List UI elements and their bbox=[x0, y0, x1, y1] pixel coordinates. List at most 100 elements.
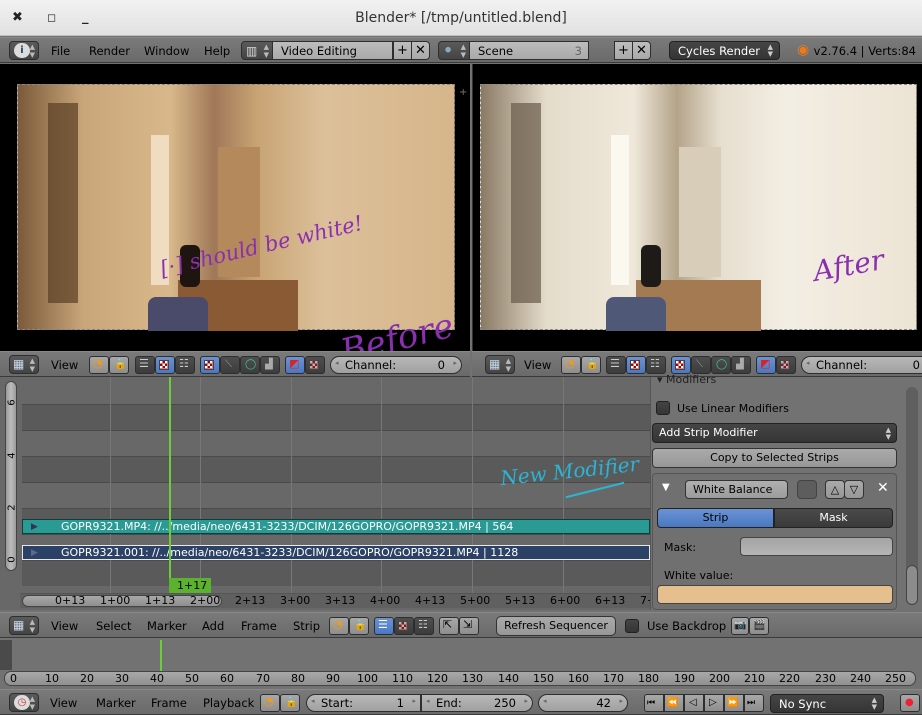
clock-icon-button[interactable]: ◔ bbox=[260, 694, 280, 712]
screen-layout-icon-button[interactable]: ▥ ▲ ▼ bbox=[241, 41, 273, 60]
menu-file[interactable]: File bbox=[51, 44, 70, 58]
menu-marker[interactable]: Marker bbox=[147, 619, 187, 633]
copy-button[interactable]: ⇱ bbox=[439, 617, 459, 635]
menu-view[interactable]: View bbox=[524, 358, 551, 372]
menu-view[interactable]: View bbox=[51, 619, 78, 633]
lock-icon-button[interactable]: 🔒 bbox=[349, 617, 369, 635]
scene-icon-button[interactable]: ⚫ ▲ ▼ bbox=[438, 41, 470, 60]
editor-type-info-button[interactable]: i ▲ ▼ bbox=[9, 41, 39, 60]
scene-field[interactable]: Scene 3 bbox=[469, 41, 589, 60]
jump-keyframe-forward-button[interactable]: ⏩ bbox=[724, 694, 744, 712]
draw-overlay-button[interactable]: ◩ bbox=[285, 356, 305, 374]
menu-select[interactable]: Select bbox=[96, 619, 131, 633]
display-image-button[interactable] bbox=[200, 356, 220, 374]
delete-scene-button[interactable]: ✕ bbox=[632, 41, 651, 60]
strip-gopr9321-001[interactable]: ▶ GOPR9321.001: //../media/neo/6431-3233… bbox=[22, 545, 650, 560]
menu-view[interactable]: View bbox=[50, 696, 77, 710]
modifiers-panel-header[interactable]: ▾ Modifiers bbox=[657, 373, 716, 386]
editor-type-sequencer-button[interactable]: ▦ ▲ ▼ bbox=[9, 616, 39, 635]
view-sequencer-button[interactable]: ☰ bbox=[135, 356, 155, 374]
preview-after[interactable]: After bbox=[472, 64, 922, 351]
clock-icon-button[interactable]: ◔ bbox=[329, 617, 349, 635]
jump-end-button[interactable]: ⏭ bbox=[744, 694, 764, 712]
add-screen-button[interactable]: + bbox=[393, 41, 412, 60]
panel-scrollbar-thumb[interactable] bbox=[906, 565, 918, 605]
preview-before[interactable]: [·] should be white! Before + bbox=[0, 64, 470, 372]
use-linear-modifiers-checkbox[interactable] bbox=[656, 401, 670, 415]
menu-view[interactable]: View bbox=[51, 358, 78, 372]
decrement-icon[interactable]: ◂ bbox=[426, 697, 430, 705]
delete-screen-button[interactable]: ✕ bbox=[411, 41, 430, 60]
checker-backdrop-button[interactable] bbox=[305, 356, 325, 374]
view-preview-button[interactable] bbox=[626, 356, 646, 374]
lock-icon-button[interactable]: 🔒 bbox=[581, 356, 601, 374]
menu-marker[interactable]: Marker bbox=[96, 696, 136, 710]
editor-type-sequencer-button[interactable]: ▦ ▲ ▼ bbox=[9, 355, 39, 374]
menu-frame[interactable]: Frame bbox=[151, 696, 187, 710]
modifier-name-field[interactable]: White Balance bbox=[685, 480, 788, 499]
increment-icon[interactable]: ▸ bbox=[619, 697, 623, 705]
decrement-icon[interactable]: ◂ bbox=[806, 359, 810, 367]
lock-icon-button[interactable]: 🔒 bbox=[280, 694, 300, 712]
view-preview-button[interactable] bbox=[394, 617, 414, 635]
checker-backdrop-button[interactable] bbox=[776, 356, 796, 374]
vertical-scrollbar[interactable] bbox=[5, 381, 17, 571]
menu-add[interactable]: Add bbox=[202, 619, 224, 633]
view-sequencer-button[interactable]: ☰ bbox=[374, 617, 394, 635]
draw-overlay-button[interactable]: ◩ bbox=[756, 356, 776, 374]
menu-render[interactable]: Render bbox=[89, 44, 130, 58]
view-sequencer-button[interactable]: ☰ bbox=[606, 356, 626, 374]
white-value-color-swatch[interactable] bbox=[657, 585, 893, 604]
decrement-icon[interactable]: ◂ bbox=[335, 359, 339, 367]
jump-keyframe-back-button[interactable]: ⏪ bbox=[664, 694, 684, 712]
channel-field-left[interactable]: ◂ Channel: 0 ▸ bbox=[330, 356, 462, 374]
increment-icon[interactable]: ▸ bbox=[524, 697, 528, 705]
view-preview-button[interactable] bbox=[155, 356, 175, 374]
sequencer-area[interactable]: 6 4 2 0 ▶ GOPR9321.MP4: //../media/neo/6… bbox=[0, 377, 656, 610]
refresh-sequencer-button[interactable]: Refresh Sequencer bbox=[496, 616, 616, 636]
strip-handle-icon[interactable]: ▶ bbox=[31, 520, 38, 533]
display-image-button[interactable] bbox=[671, 356, 691, 374]
vectorscope-button[interactable]: ◯ bbox=[711, 356, 731, 374]
play-button[interactable]: ▷ bbox=[704, 694, 724, 712]
screen-layout-field[interactable]: Video Editing bbox=[272, 41, 393, 60]
clock-icon-button[interactable]: ◔ bbox=[89, 356, 109, 374]
sync-mode-dropdown[interactable]: No Sync ▲ ▼ bbox=[770, 694, 884, 713]
menu-strip[interactable]: Strip bbox=[293, 619, 320, 633]
remove-modifier-icon[interactable]: ✕ bbox=[877, 480, 889, 496]
increment-icon[interactable]: ▸ bbox=[412, 697, 416, 705]
expand-icon[interactable]: ▼ bbox=[662, 482, 670, 493]
current-frame-field[interactable]: ◂ 42 ▸ bbox=[538, 694, 628, 712]
clapper-button[interactable]: 🎬 bbox=[749, 617, 769, 635]
start-frame-field[interactable]: ◂ Start: 1 ▸ bbox=[306, 694, 421, 712]
vectorscope-button[interactable]: ◯ bbox=[240, 356, 260, 374]
lock-icon-button[interactable]: 🔒 bbox=[109, 356, 129, 374]
editor-type-sequencer-button[interactable]: ▦ ▲ ▼ bbox=[485, 355, 515, 374]
current-frame-line[interactable] bbox=[160, 640, 162, 672]
decrement-icon[interactable]: ◂ bbox=[543, 697, 547, 705]
copy-to-selected-strips-button[interactable]: Copy to Selected Strips bbox=[652, 448, 897, 468]
histogram-button[interactable]: ▟ bbox=[260, 356, 280, 374]
histogram-button[interactable]: ▟ bbox=[731, 356, 751, 374]
tab-strip[interactable]: Strip bbox=[657, 508, 774, 528]
menu-window[interactable]: Window bbox=[144, 44, 189, 58]
mask-field[interactable] bbox=[740, 537, 893, 556]
view-sequencer-preview-button[interactable]: ☷ bbox=[646, 356, 666, 374]
add-scene-button[interactable]: + bbox=[614, 41, 633, 60]
strip-gopr9321-mp4[interactable]: ▶ GOPR9321.MP4: //../media/neo/6431-3233… bbox=[22, 519, 650, 534]
waveform-button[interactable]: ⟍ bbox=[691, 356, 711, 374]
clock-icon-button[interactable]: ◔ bbox=[561, 356, 581, 374]
decrement-icon[interactable]: ◂ bbox=[311, 697, 315, 705]
record-button[interactable]: ● bbox=[900, 694, 920, 712]
move-up-button[interactable]: △ bbox=[825, 480, 845, 499]
playhead-line[interactable] bbox=[169, 377, 171, 592]
editor-type-timeline-button[interactable]: ◷ ▲ ▼ bbox=[9, 693, 39, 712]
strip-handle-icon[interactable]: ▶ bbox=[31, 546, 38, 559]
mute-toggle-icon[interactable] bbox=[797, 480, 817, 499]
view-sequencer-preview-button[interactable]: ☷ bbox=[414, 617, 434, 635]
add-strip-modifier-dropdown[interactable]: Add Strip Modifier ▲ ▼ bbox=[652, 423, 897, 443]
play-reverse-button[interactable]: ◁ bbox=[684, 694, 704, 712]
menu-playback[interactable]: Playback bbox=[203, 696, 254, 710]
render-engine-dropdown[interactable]: Cycles Render ▲ ▼ bbox=[669, 41, 780, 60]
timeline-area[interactable]: 0 10 20 30 40 50 60 70 80 90 100 110 120… bbox=[0, 640, 922, 688]
